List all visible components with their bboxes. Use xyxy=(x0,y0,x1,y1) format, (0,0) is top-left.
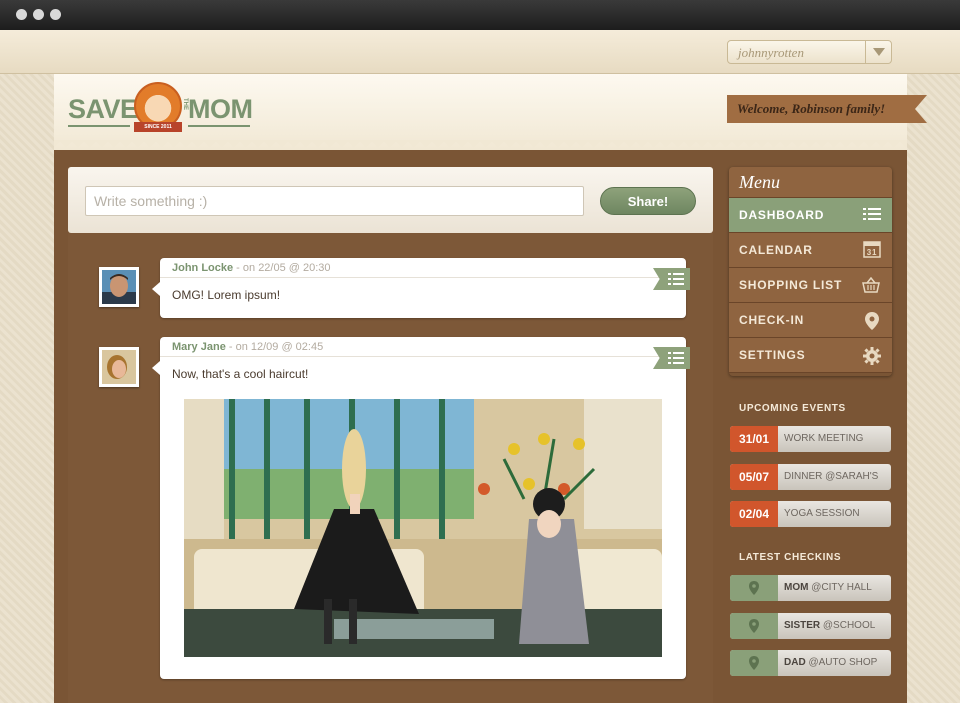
background-right xyxy=(907,74,960,703)
list-icon xyxy=(668,352,684,364)
window-zoom-button[interactable] xyxy=(50,9,61,20)
menu-item-settings[interactable]: SETTINGS xyxy=(729,338,892,373)
chevron-down-icon[interactable] xyxy=(865,41,891,63)
menu-item-check-in[interactable]: CHECK-IN xyxy=(729,303,892,338)
event-label: YOGA SESSION xyxy=(784,508,860,519)
upcoming-events-heading: UPCOMING EVENTS xyxy=(739,403,846,414)
composer: Share! xyxy=(68,167,713,233)
basket-icon xyxy=(862,277,880,293)
calendar-icon: 31 xyxy=(863,241,881,258)
logo-text-mom: MOM xyxy=(188,94,253,124)
menu-item-label: CALENDAR xyxy=(739,243,813,257)
avatar[interactable] xyxy=(99,267,139,307)
event-item[interactable]: 02/04 YOGA SESSION xyxy=(730,501,891,527)
calendar-icon-day: 31 xyxy=(867,248,878,257)
window-titlebar xyxy=(0,0,960,30)
checkin-place: @CITY HALL xyxy=(808,582,872,593)
menu-title: Menu xyxy=(729,167,892,198)
window-minimize-button[interactable] xyxy=(33,9,44,20)
menu-item-dashboard[interactable]: DASHBOARD xyxy=(729,198,892,233)
map-pin-icon xyxy=(730,575,778,601)
logo-underline xyxy=(68,125,130,127)
gear-icon xyxy=(863,347,881,365)
welcome-banner: Welcome, Robinson family! xyxy=(727,95,927,123)
logo-text-save: SAVE xyxy=(68,94,138,124)
post-photo[interactable] xyxy=(184,399,662,657)
logo-underline xyxy=(188,125,250,127)
checkin-label: DAD @AUTO SHOP xyxy=(784,650,877,676)
checkin-place: @AUTO SHOP xyxy=(805,657,878,668)
list-icon xyxy=(863,208,881,220)
menu-item-label: SETTINGS xyxy=(739,348,806,362)
menu-item-label: SHOPPING LIST xyxy=(739,278,843,292)
post-timestamp: - on 12/09 @ 02:45 xyxy=(225,341,324,353)
menu-item-label: DASHBOARD xyxy=(739,208,825,222)
map-pin-icon xyxy=(730,650,778,676)
background-left xyxy=(0,74,54,703)
avatar-photo-mary xyxy=(102,350,136,384)
checkin-item[interactable]: SISTER @SCHOOL xyxy=(730,613,891,639)
post-timestamp: - on 22/05 @ 20:30 xyxy=(233,262,331,274)
menu-item-shopping-list[interactable]: SHOPPING LIST xyxy=(729,268,892,303)
checkin-person: MOM xyxy=(784,582,809,593)
logo-badge: SINCE 2011 xyxy=(134,122,182,132)
checkin-item[interactable]: DAD @AUTO SHOP xyxy=(730,650,891,676)
status-input[interactable] xyxy=(85,186,584,216)
post: John Locke - on 22/05 @ 20:30 OMG! Lorem… xyxy=(152,258,690,318)
main-menu: Menu DASHBOARD CALENDAR 31 SHOPPING LIST… xyxy=(729,167,892,376)
map-pin-icon xyxy=(730,613,778,639)
event-item[interactable]: 31/01 WORK MEETING xyxy=(730,426,891,452)
list-icon xyxy=(668,273,684,285)
post-header: Mary Jane - on 12/09 @ 02:45 xyxy=(160,337,686,357)
post: Mary Jane - on 12/09 @ 02:45 Now, that's… xyxy=(152,337,690,679)
welcome-text: Welcome, Robinson family! xyxy=(737,101,886,116)
post-text: OMG! Lorem ipsum! xyxy=(172,288,281,302)
avatar[interactable] xyxy=(99,347,139,387)
event-date: 05/07 xyxy=(730,464,778,490)
logo[interactable]: SAVE SINCE 2011 THE MOM xyxy=(68,82,253,136)
share-button[interactable]: Share! xyxy=(600,187,696,215)
checkin-person: DAD xyxy=(784,657,806,668)
post-text: Now, that's a cool haircut! xyxy=(172,367,309,381)
event-date: 31/01 xyxy=(730,426,778,452)
latest-checkins-heading: LATEST CHECKINS xyxy=(739,552,842,563)
post-header: John Locke - on 22/05 @ 20:30 xyxy=(160,258,686,278)
map-pin-icon xyxy=(865,312,879,330)
event-label: DINNER @SARAH'S xyxy=(784,471,879,482)
post-author[interactable]: John Locke xyxy=(172,262,233,274)
post-pointer xyxy=(152,282,160,296)
checkin-item[interactable]: MOM @CITY HALL xyxy=(730,575,891,601)
menu-item-label: CHECK-IN xyxy=(739,313,805,327)
event-label: WORK MEETING xyxy=(784,433,864,444)
checkin-label: MOM @CITY HALL xyxy=(784,575,872,601)
header-zigzag-edge xyxy=(54,140,907,152)
post-author[interactable]: Mary Jane xyxy=(172,341,226,353)
user-select-value: johnnyrotten xyxy=(738,45,804,60)
checkin-person: SISTER xyxy=(784,620,821,631)
post-pointer xyxy=(152,361,160,375)
event-date: 02/04 xyxy=(730,501,778,527)
event-item[interactable]: 05/07 DINNER @SARAH'S xyxy=(730,464,891,490)
window-close-button[interactable] xyxy=(16,9,27,20)
avatar-photo-john xyxy=(102,270,136,304)
user-select[interactable]: johnnyrotten xyxy=(727,40,892,64)
checkin-place: @SCHOOL xyxy=(820,620,876,631)
checkin-label: SISTER @SCHOOL xyxy=(784,613,875,639)
top-bar: johnnyrotten xyxy=(0,30,960,74)
menu-item-calendar[interactable]: CALENDAR 31 xyxy=(729,233,892,268)
post-photo-image xyxy=(184,399,662,657)
